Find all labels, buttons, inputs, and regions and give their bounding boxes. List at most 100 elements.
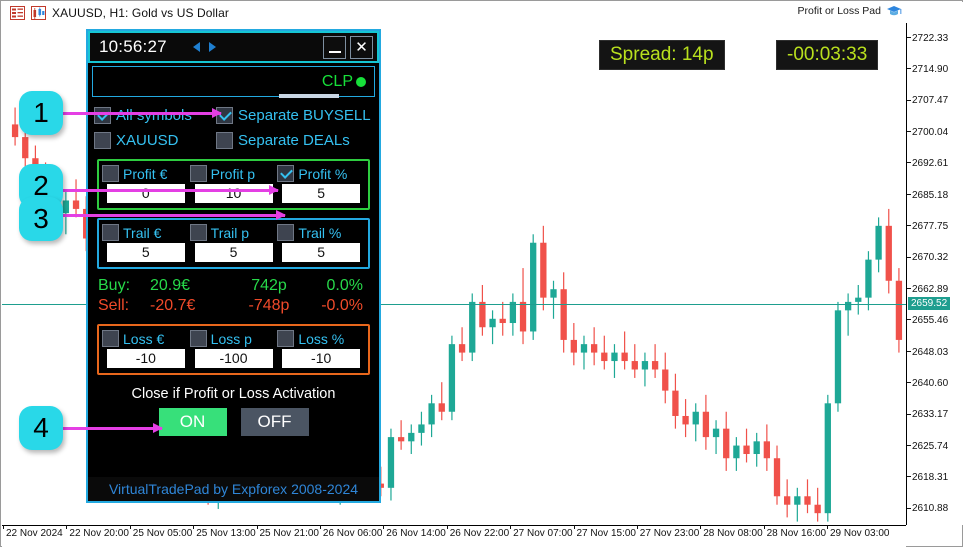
price-tick: 2677.75 xyxy=(907,222,948,232)
checkbox-loss-eur[interactable]: Loss € xyxy=(102,330,190,347)
time-tick: 27 Nov 07:00 xyxy=(513,528,573,539)
price-tick: 2714.90 xyxy=(907,65,948,75)
minimize-button[interactable]: _ xyxy=(323,36,346,59)
panel-titlebar: 10:56:27 _ ✕ xyxy=(88,31,379,63)
trail-eur-input[interactable]: 5 xyxy=(107,243,185,262)
checkbox-trail-eur[interactable]: Trail € xyxy=(102,224,190,241)
next-arrow-icon[interactable] xyxy=(209,42,216,52)
field-label: Profit % xyxy=(298,166,347,182)
checkbox-box-icon[interactable] xyxy=(190,224,207,241)
clp-bar[interactable]: CLP xyxy=(92,66,375,97)
trail-group: Trail € Trail p Trail % 5 5 xyxy=(97,218,370,269)
checkbox-box-icon[interactable] xyxy=(102,330,119,347)
price-tick: 2692.61 xyxy=(907,159,948,169)
checkbox-profit-points[interactable]: Profit p xyxy=(190,165,278,182)
price-tick: 2648.03 xyxy=(907,348,948,358)
profit-eur-input[interactable]: 0 xyxy=(107,184,185,203)
checkbox-profit-percent[interactable]: Profit % xyxy=(277,165,365,182)
loss-group: Loss € Loss p Loss % -10 -100 xyxy=(97,324,370,375)
field-label: Trail € xyxy=(123,225,161,241)
checkbox-box-icon[interactable] xyxy=(277,330,294,347)
buy-stats-row: Buy: 20.9€ 742p 0.0% xyxy=(98,276,369,296)
time-tick: 26 Nov 22:00 xyxy=(450,528,510,539)
checkbox-separate-buysell[interactable]: Separate BUYSELL xyxy=(216,107,371,124)
checkbox-box-icon[interactable] xyxy=(277,224,294,241)
profit-input-row: 0 10 5 xyxy=(102,184,365,203)
current-price-tag: 2659.52 xyxy=(908,297,950,310)
time-tick: 26 Nov 06:00 xyxy=(323,528,383,539)
price-tick: 2700.04 xyxy=(907,128,948,138)
prev-arrow-icon[interactable] xyxy=(193,42,200,52)
loss-points-input[interactable]: -100 xyxy=(195,349,273,368)
checkbox-label: Separate BUYSELL xyxy=(238,107,371,124)
trail-percent-input[interactable]: 5 xyxy=(282,243,360,262)
trail-points-input[interactable]: 5 xyxy=(195,243,273,262)
trail-label-row: Trail € Trail p Trail % xyxy=(102,224,365,241)
checkbox-box-icon[interactable] xyxy=(94,107,111,124)
profit-percent-input[interactable]: 5 xyxy=(282,184,360,203)
time-tick: 25 Nov 05:00 xyxy=(133,528,193,539)
checkbox-profit-eur[interactable]: Profit € xyxy=(102,165,190,182)
checkbox-box-icon[interactable] xyxy=(190,330,207,347)
time-tick: 28 Nov 08:00 xyxy=(703,528,763,539)
input-wrap: -10 xyxy=(277,349,365,368)
virtual-trade-pad-panel[interactable]: 10:56:27 _ ✕ CLP All symbols xyxy=(86,29,381,503)
callout-arrow-3 xyxy=(63,214,285,217)
checkbox-box-icon[interactable] xyxy=(102,224,119,241)
loss-percent-input[interactable]: -10 xyxy=(282,349,360,368)
loss-eur-input[interactable]: -10 xyxy=(107,349,185,368)
option-row: XAUUSD Separate DEALs xyxy=(94,129,373,151)
price-tick: 2707.47 xyxy=(907,96,948,106)
time-tick: 28 Nov 16:00 xyxy=(767,528,827,539)
checkbox-label: Separate DEALs xyxy=(238,132,350,149)
checkbox-separate-deals[interactable]: Separate DEALs xyxy=(216,132,350,149)
activation-on-button[interactable]: ON xyxy=(159,408,227,436)
bar-timer-badge: -00:03:33 xyxy=(776,40,878,70)
checkbox-trail-percent[interactable]: Trail % xyxy=(277,224,365,241)
time-axis[interactable]: 22 Nov 202422 Nov 20:0025 Nov 05:0025 No… xyxy=(2,525,906,547)
sell-stats-row: Sell: -20.7€ -748p -0.0% xyxy=(98,296,369,316)
checkbox-box-icon[interactable] xyxy=(190,165,207,182)
position-stats: Buy: 20.9€ 742p 0.0% Sell: -20.7€ -748p … xyxy=(98,276,369,316)
price-axis[interactable]: 2659.52 2722.332714.902707.472700.042692… xyxy=(906,23,963,525)
callout-badge-4: 4 xyxy=(19,406,63,450)
checkbox-box-icon[interactable] xyxy=(277,165,294,182)
clp-underline xyxy=(279,94,339,98)
list-icon[interactable] xyxy=(10,6,25,20)
checkbox-xauusd[interactable]: XAUUSD xyxy=(94,132,216,149)
price-tick: 2625.74 xyxy=(907,442,948,452)
time-tick: 27 Nov 23:00 xyxy=(640,528,700,539)
time-tick: 22 Nov 2024 xyxy=(6,528,63,539)
callout-badge-3: 3 xyxy=(19,197,63,241)
panel-footer: VirtualTradePad by Expforex 2008-2024 xyxy=(88,477,379,501)
checkbox-box-icon[interactable] xyxy=(94,132,111,149)
input-wrap: 5 xyxy=(102,243,190,262)
checkbox-loss-percent[interactable]: Loss % xyxy=(277,330,365,347)
checkbox-all-symbols[interactable]: All symbols xyxy=(94,107,216,124)
buy-points: 742p xyxy=(226,277,312,295)
checkbox-box-icon[interactable] xyxy=(102,165,119,182)
activation-off-button[interactable]: OFF xyxy=(241,408,309,436)
field-label: Profit p xyxy=(211,166,255,182)
profit-points-input[interactable]: 10 xyxy=(195,184,273,203)
sell-points: -748p xyxy=(226,297,312,315)
sell-percent: -0.0% xyxy=(312,297,369,315)
profit-label-row: Profit € Profit p Profit % xyxy=(102,165,365,182)
time-tick: 25 Nov 21:00 xyxy=(260,528,320,539)
indicator-label-text: Profit or Loss Pad xyxy=(798,5,881,17)
callout-arrow-2 xyxy=(63,189,278,192)
time-tick: 26 Nov 14:00 xyxy=(386,528,446,539)
graduation-cap-icon[interactable] xyxy=(886,4,902,18)
close-button[interactable]: ✕ xyxy=(350,36,373,59)
chart-icon[interactable] xyxy=(31,6,46,20)
loss-label-row: Loss € Loss p Loss % xyxy=(102,330,365,347)
checkbox-loss-points[interactable]: Loss p xyxy=(190,330,278,347)
indicator-label: Profit or Loss Pad xyxy=(798,4,902,18)
field-label: Trail p xyxy=(211,225,249,241)
input-wrap: -100 xyxy=(190,349,278,368)
time-tick: 29 Nov 03:00 xyxy=(830,528,890,539)
input-wrap: 10 xyxy=(190,184,278,203)
checkbox-trail-points[interactable]: Trail p xyxy=(190,224,278,241)
price-tick: 2685.18 xyxy=(907,191,948,201)
checkbox-box-icon[interactable] xyxy=(216,132,233,149)
